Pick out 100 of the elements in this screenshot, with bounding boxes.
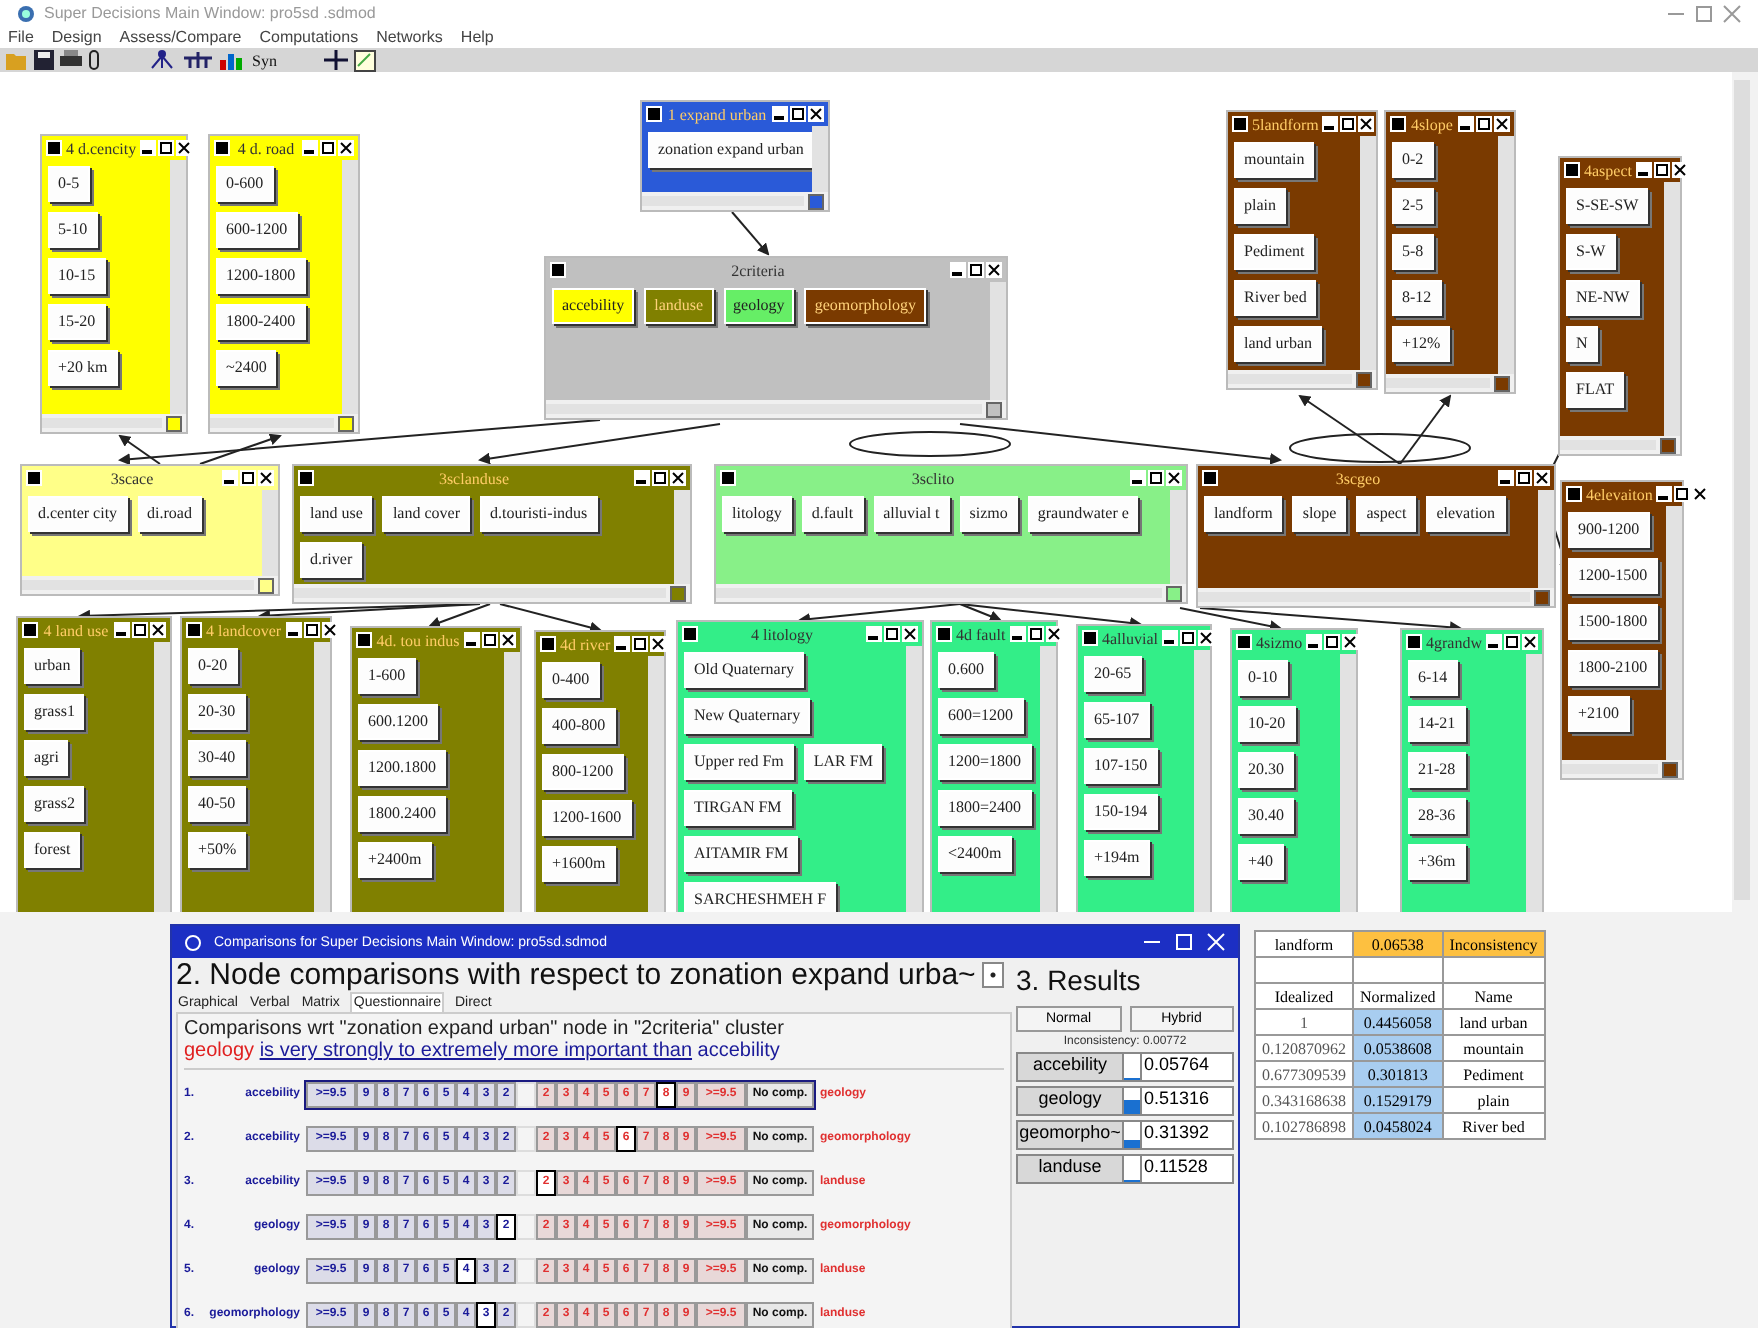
maximize-icon[interactable]: [1180, 630, 1196, 646]
node-button[interactable]: FLAT: [1566, 372, 1625, 408]
node-button[interactable]: SARCHESHMEH F: [684, 882, 837, 912]
minimize-icon[interactable]: [114, 622, 130, 638]
scrollbar[interactable]: [648, 656, 664, 912]
node-button[interactable]: 1800-2400: [216, 304, 306, 340]
node-button[interactable]: 15-20: [48, 304, 106, 340]
node-button[interactable]: agri: [24, 740, 69, 776]
scrollbar[interactable]: [990, 282, 1006, 400]
minimize-icon[interactable]: [140, 140, 157, 156]
node-button[interactable]: 30.40: [1238, 798, 1294, 834]
scrollbar[interactable]: [1170, 490, 1186, 584]
node-button[interactable]: S-SE-SW: [1566, 188, 1649, 224]
close-icon[interactable]: [1358, 116, 1375, 132]
window-menu-icon[interactable]: [46, 140, 62, 156]
scale-icon[interactable]: [182, 50, 214, 70]
bar-chart-icon[interactable]: [220, 50, 246, 70]
close-icon[interactable]: [808, 106, 824, 122]
maximize-icon[interactable]: [1027, 626, 1044, 642]
syn-label[interactable]: Syn: [252, 51, 277, 69]
node-button[interactable]: geology: [723, 288, 795, 324]
minimize-icon[interactable]: [950, 262, 966, 278]
node-button[interactable]: +12%: [1392, 326, 1451, 362]
maximize-icon[interactable]: [1324, 634, 1341, 650]
node-button[interactable]: ~2400: [216, 350, 277, 386]
node-button[interactable]: sizmo: [959, 496, 1018, 532]
minimize-icon[interactable]: [866, 626, 882, 642]
resize-grip[interactable]: [808, 193, 824, 209]
scrollbar[interactable]: [1040, 646, 1056, 912]
node-button[interactable]: 1500-1800: [1568, 604, 1658, 640]
window-menu-icon[interactable]: [1236, 634, 1252, 650]
node-button[interactable]: 0-400: [542, 662, 600, 698]
scrollbar[interactable]: [642, 196, 804, 206]
minimize-icon[interactable]: [285, 622, 302, 638]
node-button[interactable]: d.river: [300, 542, 363, 578]
node-button[interactable]: 0-5: [48, 166, 90, 202]
node-button[interactable]: mountain: [1234, 142, 1315, 178]
node-button[interactable]: 65-107: [1084, 702, 1150, 738]
note-icon[interactable]: [354, 49, 377, 71]
node-button[interactable]: land use: [300, 496, 373, 532]
minimize-icon[interactable]: [1656, 486, 1673, 502]
maximize-icon[interactable]: [158, 140, 175, 156]
node-button[interactable]: 10-15: [48, 258, 106, 294]
menu-item[interactable]: Assess/Compare: [119, 28, 242, 46]
node-button[interactable]: graundwater e: [1027, 496, 1139, 532]
resize-grip[interactable]: [1494, 375, 1510, 391]
scrollbar[interactable]: [1666, 506, 1682, 760]
close-icon[interactable]: [150, 622, 166, 638]
minimize-icon[interactable]: [1306, 634, 1323, 650]
minimize-icon[interactable]: [634, 470, 650, 486]
scrollbar[interactable]: [1562, 764, 1658, 774]
node-button[interactable]: di.road: [137, 496, 202, 532]
close-icon[interactable]: [1692, 486, 1709, 502]
close-icon[interactable]: [338, 140, 354, 156]
node-button[interactable]: AITAMIR FM: [684, 836, 799, 872]
node-button[interactable]: 600.1200: [358, 704, 438, 740]
node-button[interactable]: elevation: [1426, 496, 1506, 532]
scrollbar[interactable]: [812, 126, 828, 192]
menu-item[interactable]: Design: [51, 28, 102, 46]
node-button[interactable]: 1200.1800: [358, 750, 446, 786]
node-button[interactable]: 1800-2100: [1568, 650, 1658, 686]
node-button[interactable]: geomorphology: [804, 288, 926, 324]
maximize-icon[interactable]: [1504, 634, 1520, 650]
close-icon[interactable]: [650, 636, 667, 652]
minimize-icon[interactable]: [772, 106, 788, 122]
node-button[interactable]: LAR FM: [803, 744, 883, 780]
close-icon[interactable]: [1672, 162, 1688, 178]
minimize-icon[interactable]: [614, 636, 631, 652]
crosshair-icon[interactable]: [324, 50, 349, 70]
node-button[interactable]: 107-150: [1084, 748, 1158, 784]
scrollbar[interactable]: [342, 160, 358, 414]
node-button[interactable]: zonation expand urban: [648, 132, 812, 168]
node-button[interactable]: grass2: [24, 786, 85, 822]
maximize-icon[interactable]: [132, 622, 148, 638]
resize-grip[interactable]: [986, 401, 1002, 417]
node-button[interactable]: 8-12: [1392, 280, 1442, 316]
menu-item[interactable]: Computations: [259, 28, 359, 46]
node-button[interactable]: 600-1200: [216, 212, 298, 248]
node-button[interactable]: landform: [1204, 496, 1283, 532]
scrollbar[interactable]: [22, 580, 254, 590]
minimize-icon[interactable]: [1486, 634, 1502, 650]
node-button[interactable]: 1200-1500: [1568, 558, 1658, 594]
maximize-icon[interactable]: [884, 626, 900, 642]
window-menu-icon[interactable]: [682, 626, 698, 642]
node-button[interactable]: 40-50: [188, 786, 246, 822]
close-icon[interactable]: [321, 622, 338, 638]
maximize-icon[interactable]: [1674, 486, 1691, 502]
maximize-icon[interactable]: [303, 622, 320, 638]
window-menu-icon[interactable]: [540, 636, 556, 652]
close-icon[interactable]: [1342, 634, 1359, 650]
menu-item[interactable]: File: [8, 28, 34, 46]
minimize-icon[interactable]: [1009, 626, 1026, 642]
node-button[interactable]: +50%: [188, 832, 247, 868]
node-button[interactable]: 6-14: [1408, 660, 1458, 696]
node-button[interactable]: 0.600: [938, 652, 994, 688]
window-menu-icon[interactable]: [646, 106, 662, 122]
resize-grip[interactable]: [1660, 437, 1676, 453]
window-menu-icon[interactable]: [1202, 470, 1218, 486]
node-button[interactable]: 5-8: [1392, 234, 1434, 270]
node-button[interactable]: litology: [722, 496, 792, 532]
